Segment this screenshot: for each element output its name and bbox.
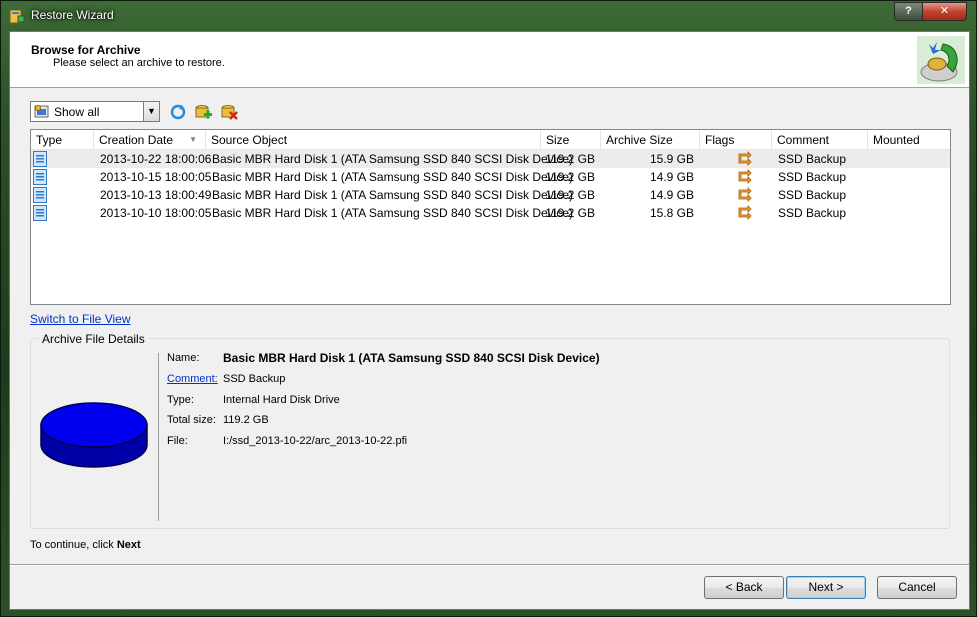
details-divider bbox=[158, 353, 159, 521]
row-source-object: Basic MBR Hard Disk 1 (ATA Samsung SSD 8… bbox=[212, 206, 573, 220]
col-size[interactable]: Size bbox=[541, 130, 601, 150]
archive-details-group: Archive File Details Name: Basic MBR Har… bbox=[30, 332, 950, 529]
row-size: 119.2 GB bbox=[545, 206, 595, 220]
row-source-object: Basic MBR Hard Disk 1 (ATA Samsung SSD 8… bbox=[212, 170, 573, 184]
row-comment: SSD Backup bbox=[778, 152, 847, 166]
row-creation-date: 2013-10-15 18:00:05 bbox=[100, 170, 212, 184]
total-size-label: Total size: bbox=[167, 414, 216, 426]
file-value: I:/ssd_2013-10-22/arc_2013-10-22.pfi bbox=[223, 435, 408, 447]
row-comment: SSD Backup bbox=[778, 170, 847, 184]
archive-filter-select[interactable]: Show all ▼ bbox=[30, 101, 160, 122]
window-title: Restore Wizard bbox=[31, 8, 114, 22]
continue-hint: To continue, click Next bbox=[30, 539, 141, 551]
col-flags[interactable]: Flags bbox=[700, 130, 772, 150]
archive-file-icon bbox=[33, 151, 47, 167]
name-label: Name: bbox=[167, 352, 200, 364]
row-source-object: Basic MBR Hard Disk 1 (ATA Samsung SSD 8… bbox=[212, 152, 573, 166]
row-archive-size: 15.8 GB bbox=[649, 206, 694, 220]
page-subtitle: Please select an archive to restore. bbox=[53, 57, 225, 69]
flag-icon bbox=[738, 151, 752, 166]
wizard-client-area: Browse for Archive Please select an arch… bbox=[9, 31, 970, 610]
archive-file-icon bbox=[33, 187, 47, 203]
type-value: Internal Hard Disk Drive bbox=[223, 394, 340, 406]
help-button[interactable]: ? bbox=[894, 2, 923, 21]
title-bar[interactable]: Restore Wizard ? ✕ bbox=[1, 1, 976, 31]
flag-icon bbox=[738, 169, 752, 184]
table-row[interactable]: 2013-10-13 18:00:49 Basic MBR Hard Disk 1… bbox=[31, 186, 950, 204]
back-button[interactable]: < Back bbox=[704, 576, 784, 599]
chevron-down-icon[interactable]: ▼ bbox=[143, 102, 159, 121]
table-row[interactable]: 2013-10-22 18:00:06 Basic MBR Hard Disk 1… bbox=[31, 150, 950, 168]
name-value: Basic MBR Hard Disk 1 (ATA Samsung SSD 8… bbox=[223, 351, 600, 365]
flag-icon bbox=[738, 205, 752, 220]
table-row[interactable]: 2013-10-15 18:00:05 Basic MBR Hard Disk 1… bbox=[31, 168, 950, 186]
list-header: Type Creation Date ▼ Source Object Size A… bbox=[31, 130, 950, 150]
row-archive-size: 14.9 GB bbox=[649, 170, 694, 184]
remove-archive-icon[interactable] bbox=[220, 103, 238, 121]
row-archive-size: 14.9 GB bbox=[649, 188, 694, 202]
close-button[interactable]: ✕ bbox=[922, 2, 967, 21]
col-creation-date-label: Creation Date bbox=[99, 133, 174, 147]
archive-list[interactable]: Type Creation Date ▼ Source Object Size A… bbox=[30, 129, 951, 305]
row-comment: SSD Backup bbox=[778, 206, 847, 220]
col-mounted[interactable]: Mounted bbox=[868, 130, 950, 150]
row-source-object: Basic MBR Hard Disk 1 (ATA Samsung SSD 8… bbox=[212, 188, 573, 202]
row-creation-date: 2013-10-13 18:00:49 bbox=[100, 188, 212, 202]
switch-to-file-view-link[interactable]: Switch to File View bbox=[30, 312, 130, 326]
wizard-header: Browse for Archive Please select an arch… bbox=[10, 32, 969, 88]
col-creation-date[interactable]: Creation Date ▼ bbox=[94, 130, 206, 150]
file-label: File: bbox=[167, 435, 188, 447]
row-comment: SSD Backup bbox=[778, 188, 847, 202]
archive-file-icon bbox=[33, 169, 47, 185]
row-creation-date: 2013-10-22 18:00:06 bbox=[100, 152, 212, 166]
comment-value: SSD Backup bbox=[223, 373, 286, 385]
archive-file-icon bbox=[33, 205, 47, 221]
flag-icon bbox=[738, 187, 752, 202]
restore-logo-icon bbox=[917, 36, 965, 84]
hard-disk-icon bbox=[40, 402, 148, 468]
row-creation-date: 2013-10-10 18:00:05 bbox=[100, 206, 212, 220]
row-size: 119.2 GB bbox=[545, 152, 595, 166]
add-archive-icon[interactable] bbox=[194, 103, 212, 121]
cancel-button[interactable]: Cancel bbox=[877, 576, 957, 599]
row-archive-size: 15.9 GB bbox=[649, 152, 694, 166]
group-title: Archive File Details bbox=[39, 332, 148, 346]
type-label: Type: bbox=[167, 394, 194, 406]
continue-prefix: To continue, click bbox=[30, 539, 114, 551]
comment-link[interactable]: Comment: bbox=[167, 373, 218, 385]
page-title: Browse for Archive bbox=[31, 43, 141, 57]
filter-icon bbox=[34, 105, 49, 118]
continue-next-word: Next bbox=[116, 539, 141, 551]
row-size: 119.2 GB bbox=[545, 170, 595, 184]
total-size-value: 119.2 GB bbox=[223, 414, 269, 426]
col-archive-size[interactable]: Archive Size bbox=[601, 130, 700, 150]
filter-value: Show all bbox=[54, 105, 100, 119]
footer-separator bbox=[10, 564, 969, 566]
sort-desc-icon: ▼ bbox=[189, 135, 197, 144]
table-row[interactable]: 2013-10-10 18:00:05 Basic MBR Hard Disk 1… bbox=[31, 204, 950, 222]
restore-wizard-window: Restore Wizard ? ✕ Browse for Archive Pl… bbox=[0, 0, 977, 617]
refresh-icon[interactable] bbox=[169, 103, 187, 121]
col-source-object[interactable]: Source Object bbox=[206, 130, 541, 150]
row-size: 119.2 GB bbox=[545, 188, 595, 202]
next-button[interactable]: Next > bbox=[786, 576, 866, 599]
app-icon bbox=[9, 9, 25, 24]
col-type[interactable]: Type bbox=[31, 130, 94, 150]
col-comment[interactable]: Comment bbox=[772, 130, 868, 150]
